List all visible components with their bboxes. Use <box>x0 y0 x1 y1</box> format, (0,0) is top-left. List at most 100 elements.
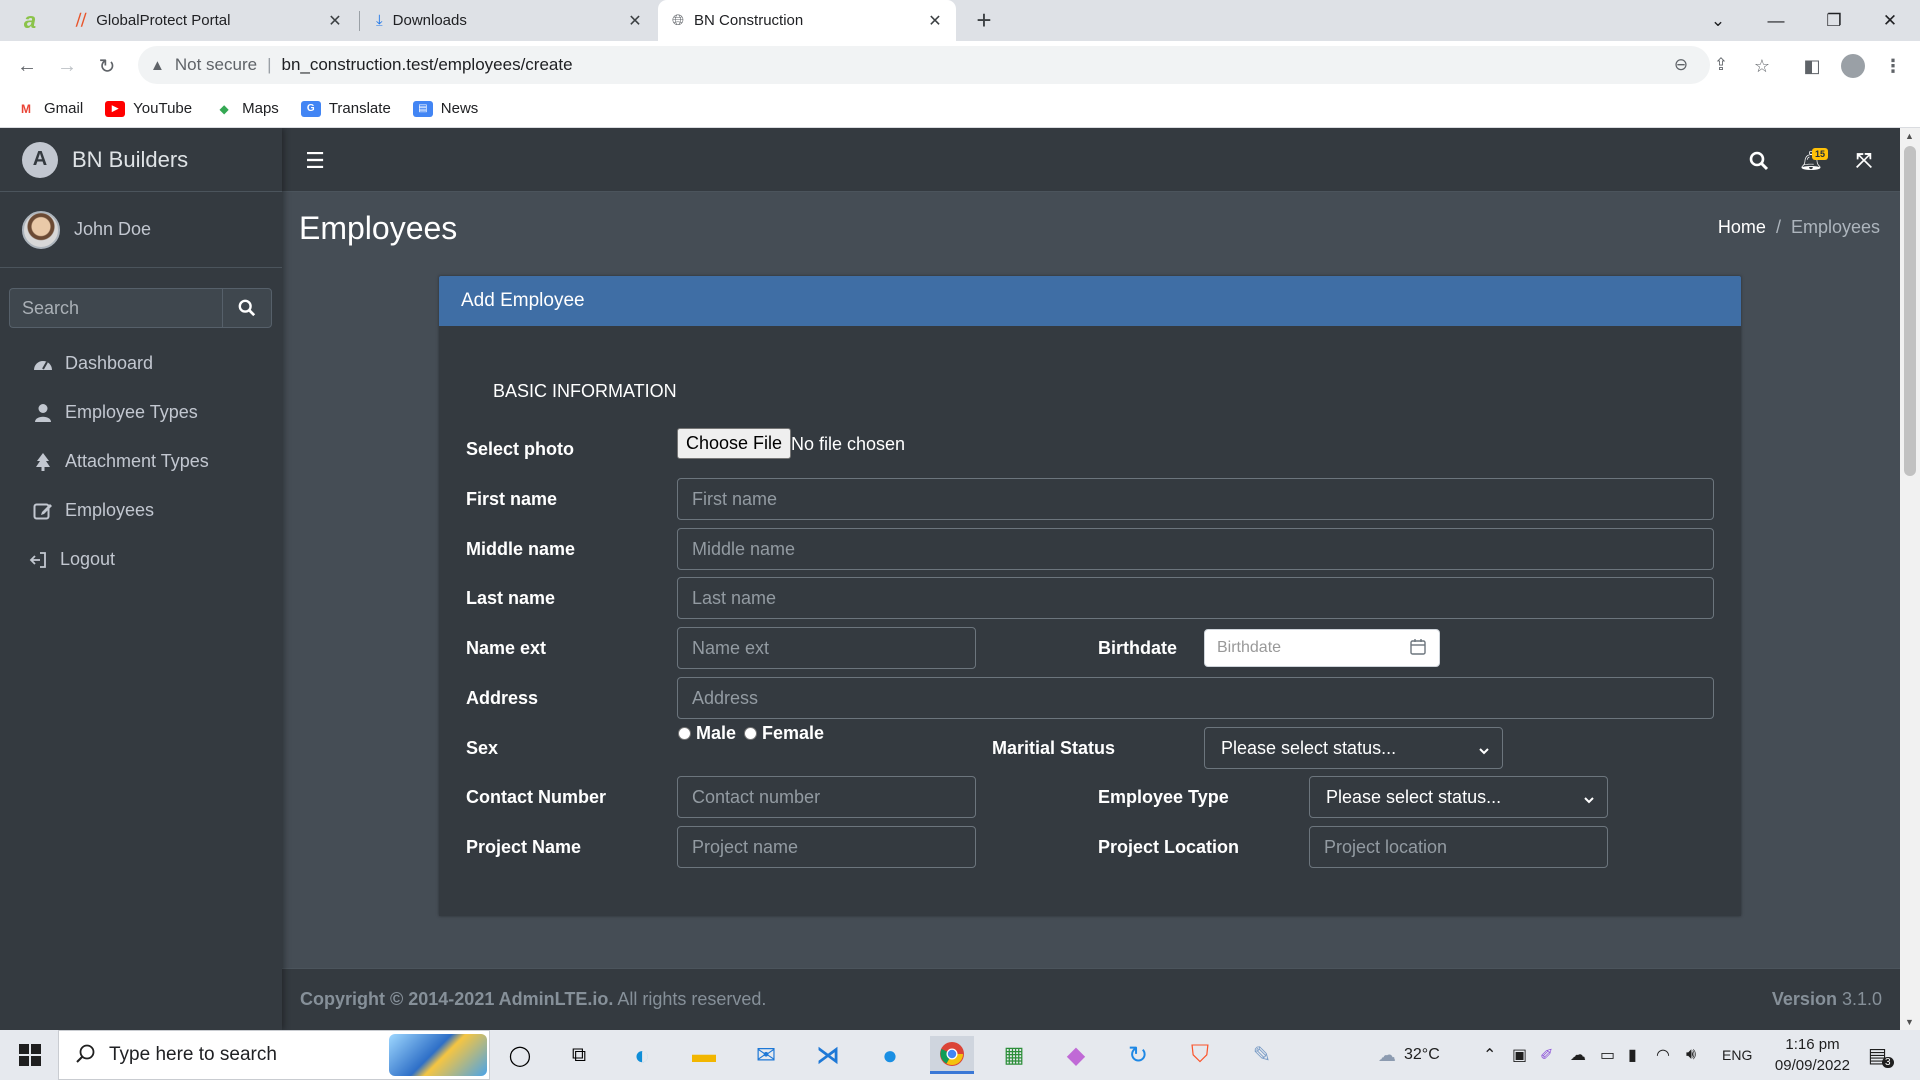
sync-app-icon[interactable]: ↻ <box>1116 1036 1160 1074</box>
search-icon[interactable] <box>1742 144 1776 178</box>
file-explorer-icon[interactable]: ▬ <box>682 1036 726 1074</box>
tab-globalprotect[interactable]: ⧸⧸ GlobalProtect Portal ✕ <box>62 0 356 41</box>
window-close-button[interactable]: ✕ <box>1862 0 1918 41</box>
reload-button[interactable]: ↻ <box>90 49 124 83</box>
contact-number-input[interactable]: Contact number <box>677 776 976 818</box>
side-panel-icon[interactable]: ◧ <box>1795 49 1829 83</box>
close-icon[interactable]: ✕ <box>324 11 346 31</box>
action-center-icon[interactable]: ▤ 3 <box>1868 1030 1894 1080</box>
birthdate-input[interactable]: Birthdate <box>1204 629 1440 667</box>
tray-app-icon[interactable]: ▣ <box>1512 1030 1527 1080</box>
bookmark-translate[interactable]: G Translate <box>300 100 391 117</box>
windows-start-icon[interactable] <box>8 1036 52 1074</box>
address-bar[interactable]: ▲ Not secure | bn_construction.test/empl… <box>138 46 1728 84</box>
forward-button[interactable]: → <box>50 49 84 83</box>
address-input[interactable]: Address <box>677 677 1714 719</box>
project-name-input[interactable]: Project name <box>677 826 976 868</box>
scroll-up-arrow-icon[interactable]: ▲ <box>1905 131 1914 141</box>
female-radio-label[interactable]: Female <box>762 723 824 744</box>
wifi-icon[interactable]: ◠ <box>1656 1030 1670 1080</box>
sidebar-search-input[interactable]: Search <box>9 288 222 328</box>
language-indicator[interactable]: ENG <box>1722 1030 1752 1080</box>
arc-logo-icon[interactable]: a <box>18 8 42 33</box>
task-view-icon[interactable]: ⧉ <box>557 1036 601 1074</box>
page-scrollbar[interactable]: ▲ ▼ <box>1900 128 1920 1030</box>
bookmark-news[interactable]: ▤ News <box>412 100 478 117</box>
taskbar-search-box[interactable]: Type here to search <box>58 1030 490 1080</box>
user-name[interactable]: John Doe <box>74 219 151 240</box>
photos-app-icon[interactable]: ▦ <box>992 1036 1036 1074</box>
mail-icon[interactable]: ✉ <box>744 1036 788 1074</box>
name-ext-input[interactable]: Name ext <box>677 627 976 669</box>
security-label[interactable]: Not secure <box>175 55 257 75</box>
notifications-bell-icon[interactable]: 🔔︎ 15 <box>1794 144 1829 178</box>
zoom-icon[interactable]: ⊖ <box>1668 52 1694 78</box>
globe-icon: 🌐︎ <box>672 12 685 29</box>
female-radio[interactable] <box>744 727 757 740</box>
url-text[interactable]: bn_construction.test/employees/create <box>281 55 572 75</box>
sidebar-item-logout[interactable]: Logout <box>0 535 282 584</box>
brave-icon[interactable]: ⛉ <box>1178 1036 1222 1074</box>
kebab-menu-icon[interactable]: ⋮ <box>1876 49 1910 83</box>
scroll-down-arrow-icon[interactable]: ▼ <box>1905 1017 1914 1027</box>
onedrive-icon[interactable]: ☁ <box>1570 1030 1586 1080</box>
first-name-input[interactable]: First name <box>677 478 1714 520</box>
back-button[interactable]: ← <box>10 49 44 83</box>
male-radio[interactable] <box>678 727 691 740</box>
bookmark-gmail[interactable]: M Gmail <box>16 100 83 117</box>
taskbar-search-placeholder: Type here to search <box>109 1044 277 1065</box>
app-blue-icon[interactable]: ● <box>868 1036 912 1074</box>
user-panel[interactable]: John Doe <box>0 192 282 268</box>
last-name-input[interactable]: Last name <box>677 577 1714 619</box>
fullscreen-icon[interactable]: ⤧ <box>1847 144 1881 178</box>
calendar-icon[interactable] <box>1409 638 1427 661</box>
cortana-icon[interactable]: ◯ <box>498 1036 542 1074</box>
system-clock[interactable]: 1:16 pm 09/09/2022 <box>1775 1034 1850 1076</box>
hamburger-menu-icon[interactable]: ☰ <box>298 144 332 178</box>
paint-icon[interactable]: ✎ <box>1240 1036 1284 1074</box>
diamond-app-icon[interactable]: ◆ <box>1054 1036 1098 1074</box>
tray-overflow-chevron-icon[interactable]: ⌃ <box>1483 1030 1496 1080</box>
choose-file-button[interactable]: Choose File <box>677 428 792 459</box>
search-icon <box>75 1043 97 1071</box>
employee-type-select[interactable]: Please select status... <box>1309 776 1608 818</box>
profile-icon[interactable] <box>1836 49 1870 83</box>
meet-now-icon[interactable]: ▭ <box>1600 1030 1615 1080</box>
sidebar-item-dashboard[interactable]: Dashboard <box>0 339 282 388</box>
vscode-icon[interactable]: ⋊ <box>806 1036 850 1074</box>
bookmark-youtube[interactable]: ▶ YouTube <box>105 100 192 117</box>
new-tab-button[interactable]: + <box>968 4 1000 36</box>
warning-icon[interactable]: ▲ <box>150 57 165 74</box>
sidebar-item-employee-types[interactable]: Employee Types <box>0 388 282 437</box>
battery-icon[interactable]: ▮ <box>1628 1030 1637 1080</box>
male-radio-label[interactable]: Male <box>696 723 736 744</box>
tab-bn-construction[interactable]: 🌐︎ BN Construction ✕ <box>658 0 956 41</box>
restore-button[interactable]: ❐ <box>1806 0 1862 41</box>
edge-icon[interactable]: ◐ <box>620 1036 664 1074</box>
marital-status-select[interactable]: Please select status... <box>1204 727 1503 769</box>
sidebar-menu: Dashboard Employee Types Attachment Type… <box>0 339 282 584</box>
share-icon[interactable]: ⇪ <box>1708 52 1734 78</box>
volume-icon[interactable]: 🔊︎ <box>1686 1030 1696 1080</box>
brand-link[interactable]: A BN Builders <box>0 128 282 192</box>
breadcrumb-home-link[interactable]: Home <box>1718 217 1766 237</box>
tab-downloads[interactable]: ⤓ Downloads ✕ <box>362 0 656 41</box>
middle-name-input[interactable]: Middle name <box>677 528 1714 570</box>
weather-widget[interactable]: ☁ 32°C <box>1378 1030 1440 1080</box>
marital-status-label: Maritial Status <box>992 738 1116 758</box>
chrome-icon[interactable] <box>930 1036 974 1074</box>
tab-search-chevron-icon[interactable]: ⌄ <box>1690 0 1746 41</box>
project-location-input[interactable]: Project location <box>1309 826 1608 868</box>
minimize-button[interactable]: — <box>1748 0 1804 41</box>
scrollbar-thumb[interactable] <box>1904 146 1916 476</box>
bookmark-star-icon[interactable]: ☆ <box>1745 49 1779 83</box>
sidebar-item-attachment-types[interactable]: Attachment Types <box>0 437 282 486</box>
sidebar-item-employees[interactable]: Employees <box>0 486 282 535</box>
search-icon[interactable] <box>222 288 272 328</box>
close-icon[interactable]: ✕ <box>924 11 946 31</box>
project-location-label: Project Location <box>1098 837 1240 857</box>
bookmark-maps[interactable]: ◆ Maps <box>214 100 279 117</box>
pen-icon[interactable]: ✐ <box>1540 1030 1553 1080</box>
close-icon[interactable]: ✕ <box>624 11 646 31</box>
birthdate-label: Birthdate <box>1098 638 1178 658</box>
